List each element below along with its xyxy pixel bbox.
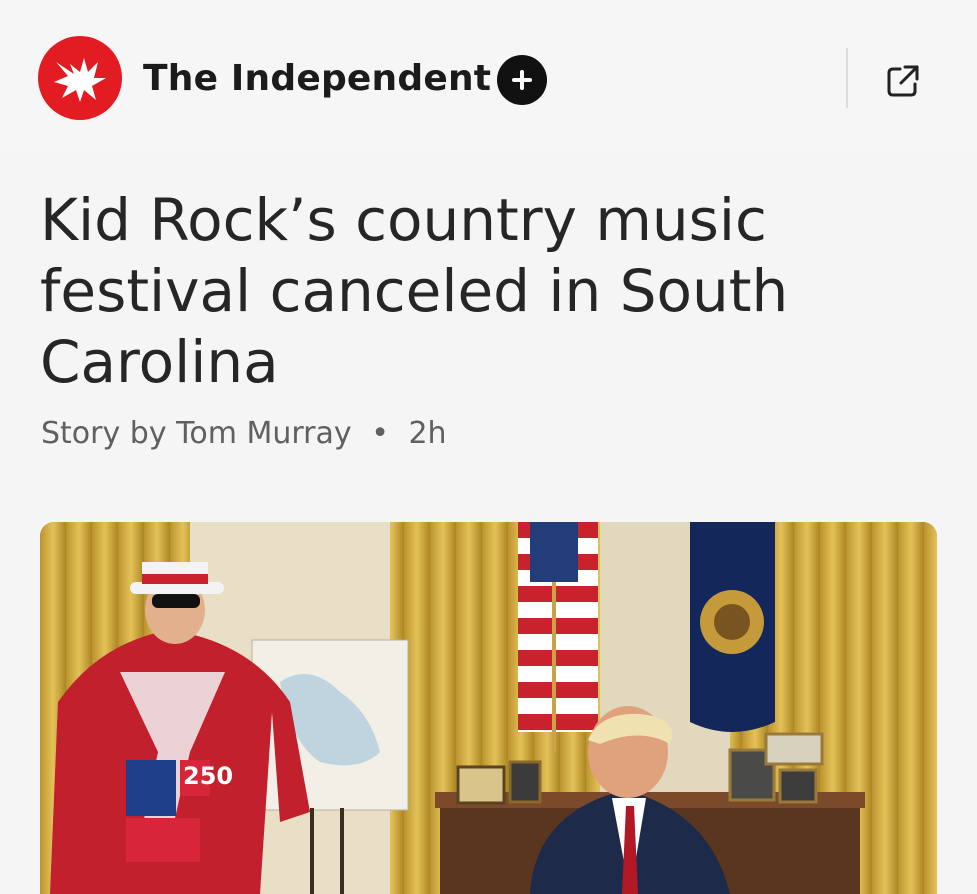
us-flag <box>518 522 598 752</box>
byline-prefix: Story by <box>41 416 167 451</box>
hero-image[interactable]: 250 <box>40 522 937 894</box>
header-divider <box>846 48 848 108</box>
eagle-icon <box>54 58 106 102</box>
hero-photo: 250 <box>40 522 937 894</box>
article-byline: Story by Tom Murray • 2h <box>41 416 447 451</box>
publisher-name[interactable]: The Independent <box>143 58 491 99</box>
byline-separator: • <box>371 416 389 451</box>
presidential-flag <box>690 522 775 732</box>
follow-button[interactable] <box>497 55 547 105</box>
open-external-button[interactable] <box>880 58 926 104</box>
publisher-logo[interactable] <box>38 36 122 120</box>
article-headline[interactable]: Kid Rock’s country music festival cancel… <box>40 185 920 398</box>
plus-icon <box>512 70 532 90</box>
article-header: The Independent <box>0 0 977 155</box>
author-name[interactable]: Tom Murray <box>176 416 352 451</box>
open-external-icon <box>887 65 919 97</box>
outfit-number: 250 <box>183 762 233 790</box>
time-ago: 2h <box>408 416 447 451</box>
